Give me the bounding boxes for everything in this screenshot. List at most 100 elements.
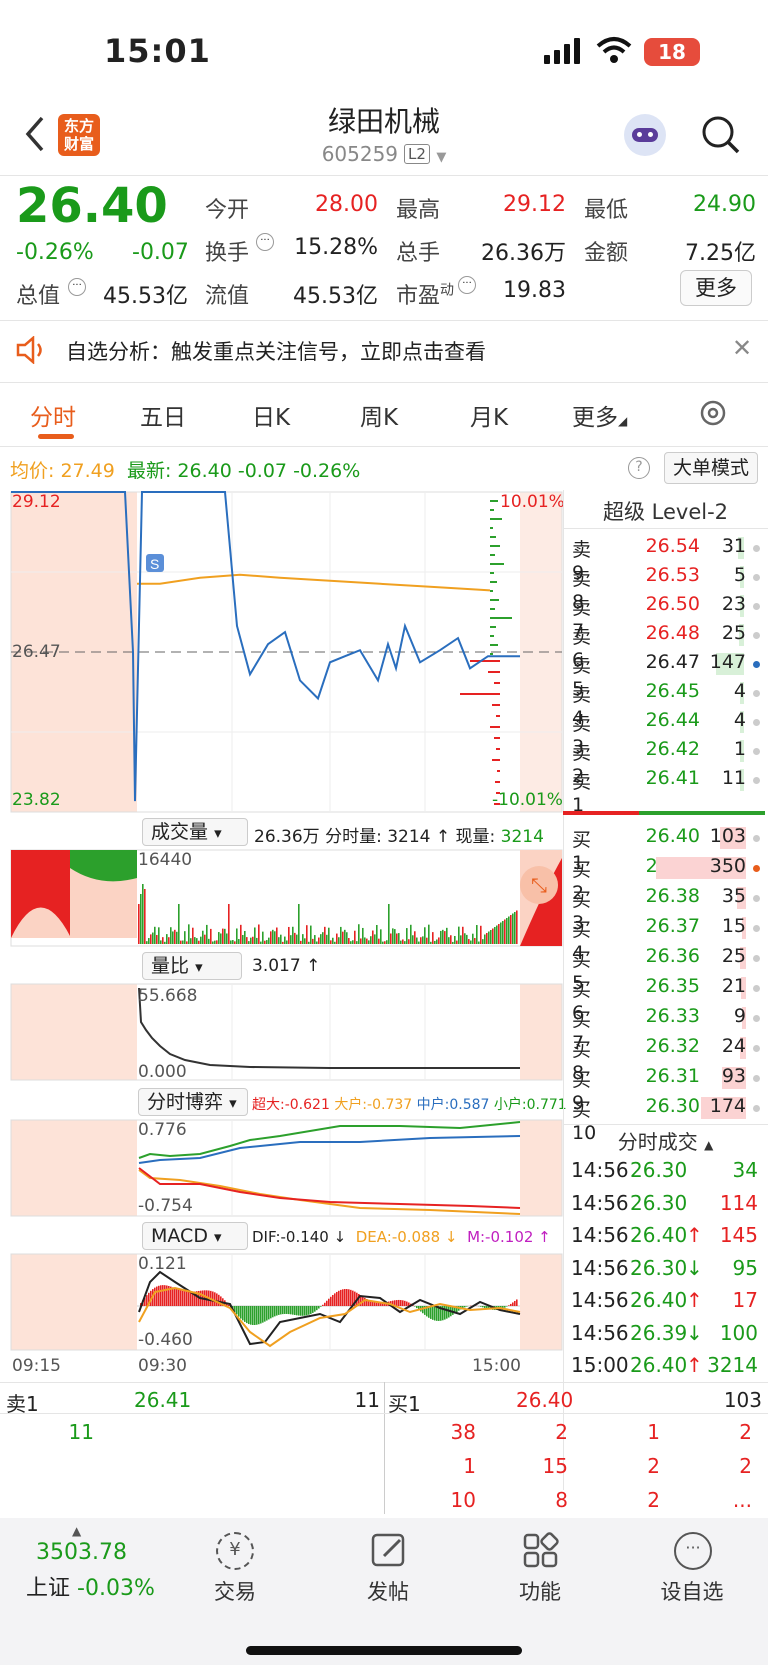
ask-price: 26.48	[645, 622, 700, 644]
tab-five-day[interactable]: 五日	[140, 398, 186, 432]
search-icon[interactable]	[700, 114, 742, 156]
volume-ratio-chart[interactable]	[0, 982, 564, 1082]
volume-bar	[424, 927, 426, 944]
volume-bar	[446, 927, 448, 944]
volume-bar	[252, 936, 254, 944]
macd-bar	[242, 1306, 244, 1321]
depth-bar	[490, 599, 499, 601]
volume-bar	[440, 930, 442, 944]
ask-price: 26.44	[645, 709, 700, 731]
gear-icon[interactable]	[698, 398, 728, 428]
trade-icon[interactable]: ¥	[216, 1532, 254, 1570]
tab-monthly-k[interactable]: 月K	[470, 398, 508, 432]
depth-bar	[492, 704, 500, 706]
tab-daily-k[interactable]: 日K	[252, 398, 290, 432]
info-icon[interactable]: ···	[256, 233, 274, 251]
volume-bar	[396, 933, 398, 944]
volume-bar	[234, 941, 236, 944]
macd-bar	[346, 1289, 348, 1306]
volume-bar	[444, 931, 446, 944]
volume-max-label: 16440	[138, 850, 193, 870]
volume-bar	[324, 926, 326, 944]
expand-icon[interactable]: ⤡	[520, 866, 558, 904]
tab-weekly-k[interactable]: 周K	[360, 398, 398, 432]
row-dot-icon	[753, 985, 760, 992]
nav-trade[interactable]: 交易	[185, 1576, 285, 1606]
volume-bar	[258, 924, 260, 944]
volume-bar	[140, 894, 142, 944]
macd-bar	[484, 1306, 486, 1308]
volume-bar	[426, 937, 428, 944]
trades-title[interactable]: 分时成交 ▲	[563, 1126, 768, 1155]
bid-price: 26.36	[645, 945, 700, 967]
depth-bar	[490, 527, 493, 529]
volume-bar	[388, 904, 390, 944]
volume-selector[interactable]: 成交量 ▾	[142, 818, 248, 846]
macd-bar	[378, 1302, 380, 1306]
volume-bar	[306, 925, 308, 944]
index-row[interactable]: 上证 -0.03%	[26, 1570, 155, 1602]
intraday-price-chart[interactable]: S	[0, 490, 564, 814]
macd-dea: DEA:-0.088 ↓	[355, 1228, 458, 1246]
queue-sell-vol: 11	[354, 1388, 380, 1412]
volume-bar	[468, 939, 470, 944]
info-icon[interactable]: ···	[68, 278, 86, 296]
depth-bar	[490, 626, 496, 628]
functions-icon[interactable]	[522, 1532, 560, 1570]
macd-bar	[342, 1289, 344, 1306]
volume-bar	[340, 926, 342, 944]
macd-bar	[292, 1306, 294, 1315]
macd-bar	[334, 1293, 336, 1306]
nav-add-watchlist[interactable]: 设自选	[642, 1576, 742, 1606]
game-selector[interactable]: 分时博弈 ▾	[138, 1088, 248, 1116]
ask-volume: 5	[733, 564, 746, 586]
game-selector-label: 分时博弈	[147, 1091, 224, 1113]
ask-volume: 1	[733, 738, 746, 760]
volume-bar	[200, 936, 202, 944]
post-icon[interactable]	[370, 1532, 408, 1570]
index-value[interactable]: 3503.78	[36, 1540, 127, 1565]
help-icon[interactable]: ?	[628, 457, 650, 479]
bid-price: 26.38	[645, 885, 700, 907]
volume-bar	[154, 926, 156, 944]
nav-functions[interactable]: 功能	[490, 1576, 590, 1606]
more-button[interactable]: 更多	[680, 270, 752, 306]
caret-up-icon: ▲	[72, 1524, 82, 1538]
macd-bar	[268, 1306, 270, 1320]
volume-bar	[490, 930, 492, 944]
volume-bar	[352, 940, 354, 944]
robot-assistant-icon[interactable]	[624, 114, 666, 156]
info-icon[interactable]: ···	[458, 276, 476, 294]
macd-bar	[464, 1306, 466, 1308]
notice-bar[interactable]: 自选分析：触发重点关注信号，立即点击查看 ✕	[0, 320, 768, 380]
macd-selector[interactable]: MACD ▾	[142, 1222, 248, 1250]
bid-price: 26.40	[645, 825, 700, 847]
add-watchlist-icon[interactable]: ···	[674, 1532, 712, 1570]
big-order-mode-button[interactable]: 大单模式	[664, 452, 758, 484]
trade-volume: 34	[732, 1158, 758, 1182]
macd-bar	[374, 1302, 376, 1306]
ratio-selector[interactable]: 量比 ▾	[142, 952, 242, 980]
volume-bar	[224, 928, 226, 944]
bid-price: 26.32	[645, 1035, 700, 1057]
macd-chart[interactable]	[0, 1252, 564, 1352]
volume-bar	[460, 935, 462, 944]
volume-bar	[514, 912, 516, 944]
nav-post[interactable]: 发帖	[338, 1576, 438, 1606]
tab-more[interactable]: 更多◢	[572, 398, 627, 432]
volume-bar	[308, 941, 310, 944]
volume-bar	[296, 934, 298, 944]
volume-chart[interactable]	[0, 848, 564, 948]
volume-bar	[204, 934, 206, 944]
macd-bar	[396, 1300, 398, 1306]
trade-time: 14:56	[571, 1255, 629, 1280]
tab-intraday[interactable]: 分时	[30, 398, 76, 432]
close-icon[interactable]: ✕	[732, 334, 752, 362]
sell-order-item: 11	[68, 1420, 94, 1444]
depth-bar	[497, 770, 500, 772]
volume-bar	[264, 940, 266, 944]
volume-bar	[474, 938, 476, 944]
macd-bar	[256, 1306, 258, 1325]
volume-bar	[504, 919, 506, 944]
capital-game-chart[interactable]	[0, 1118, 564, 1218]
